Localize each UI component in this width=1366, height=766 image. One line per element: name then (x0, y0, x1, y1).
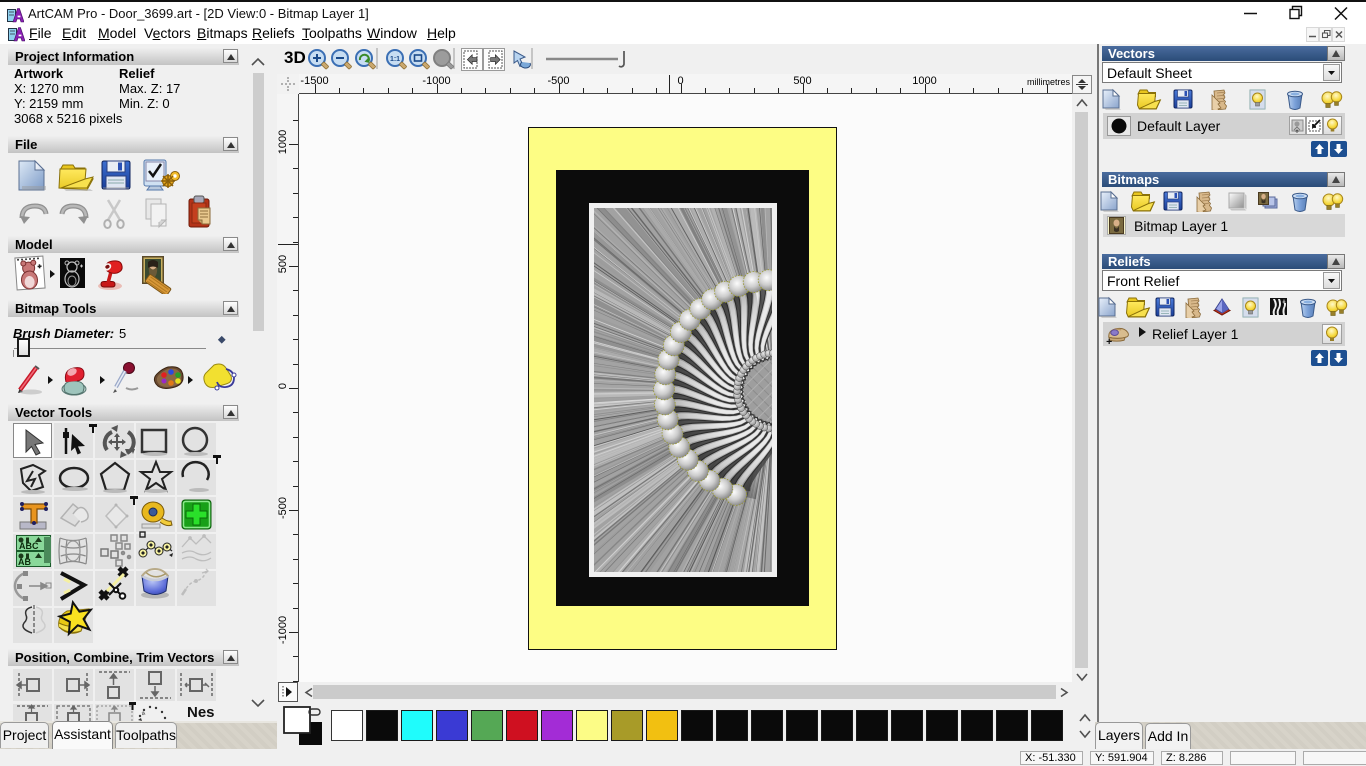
svg-text:ABC: ABC (19, 541, 39, 551)
svg-text:a: a (141, 710, 147, 717)
svg-text:Nes: Nes (187, 704, 215, 721)
svg-text:+: + (1106, 337, 1112, 346)
svg-text:AB: AB (18, 557, 31, 567)
svg-text:1:1: 1:1 (390, 56, 400, 63)
